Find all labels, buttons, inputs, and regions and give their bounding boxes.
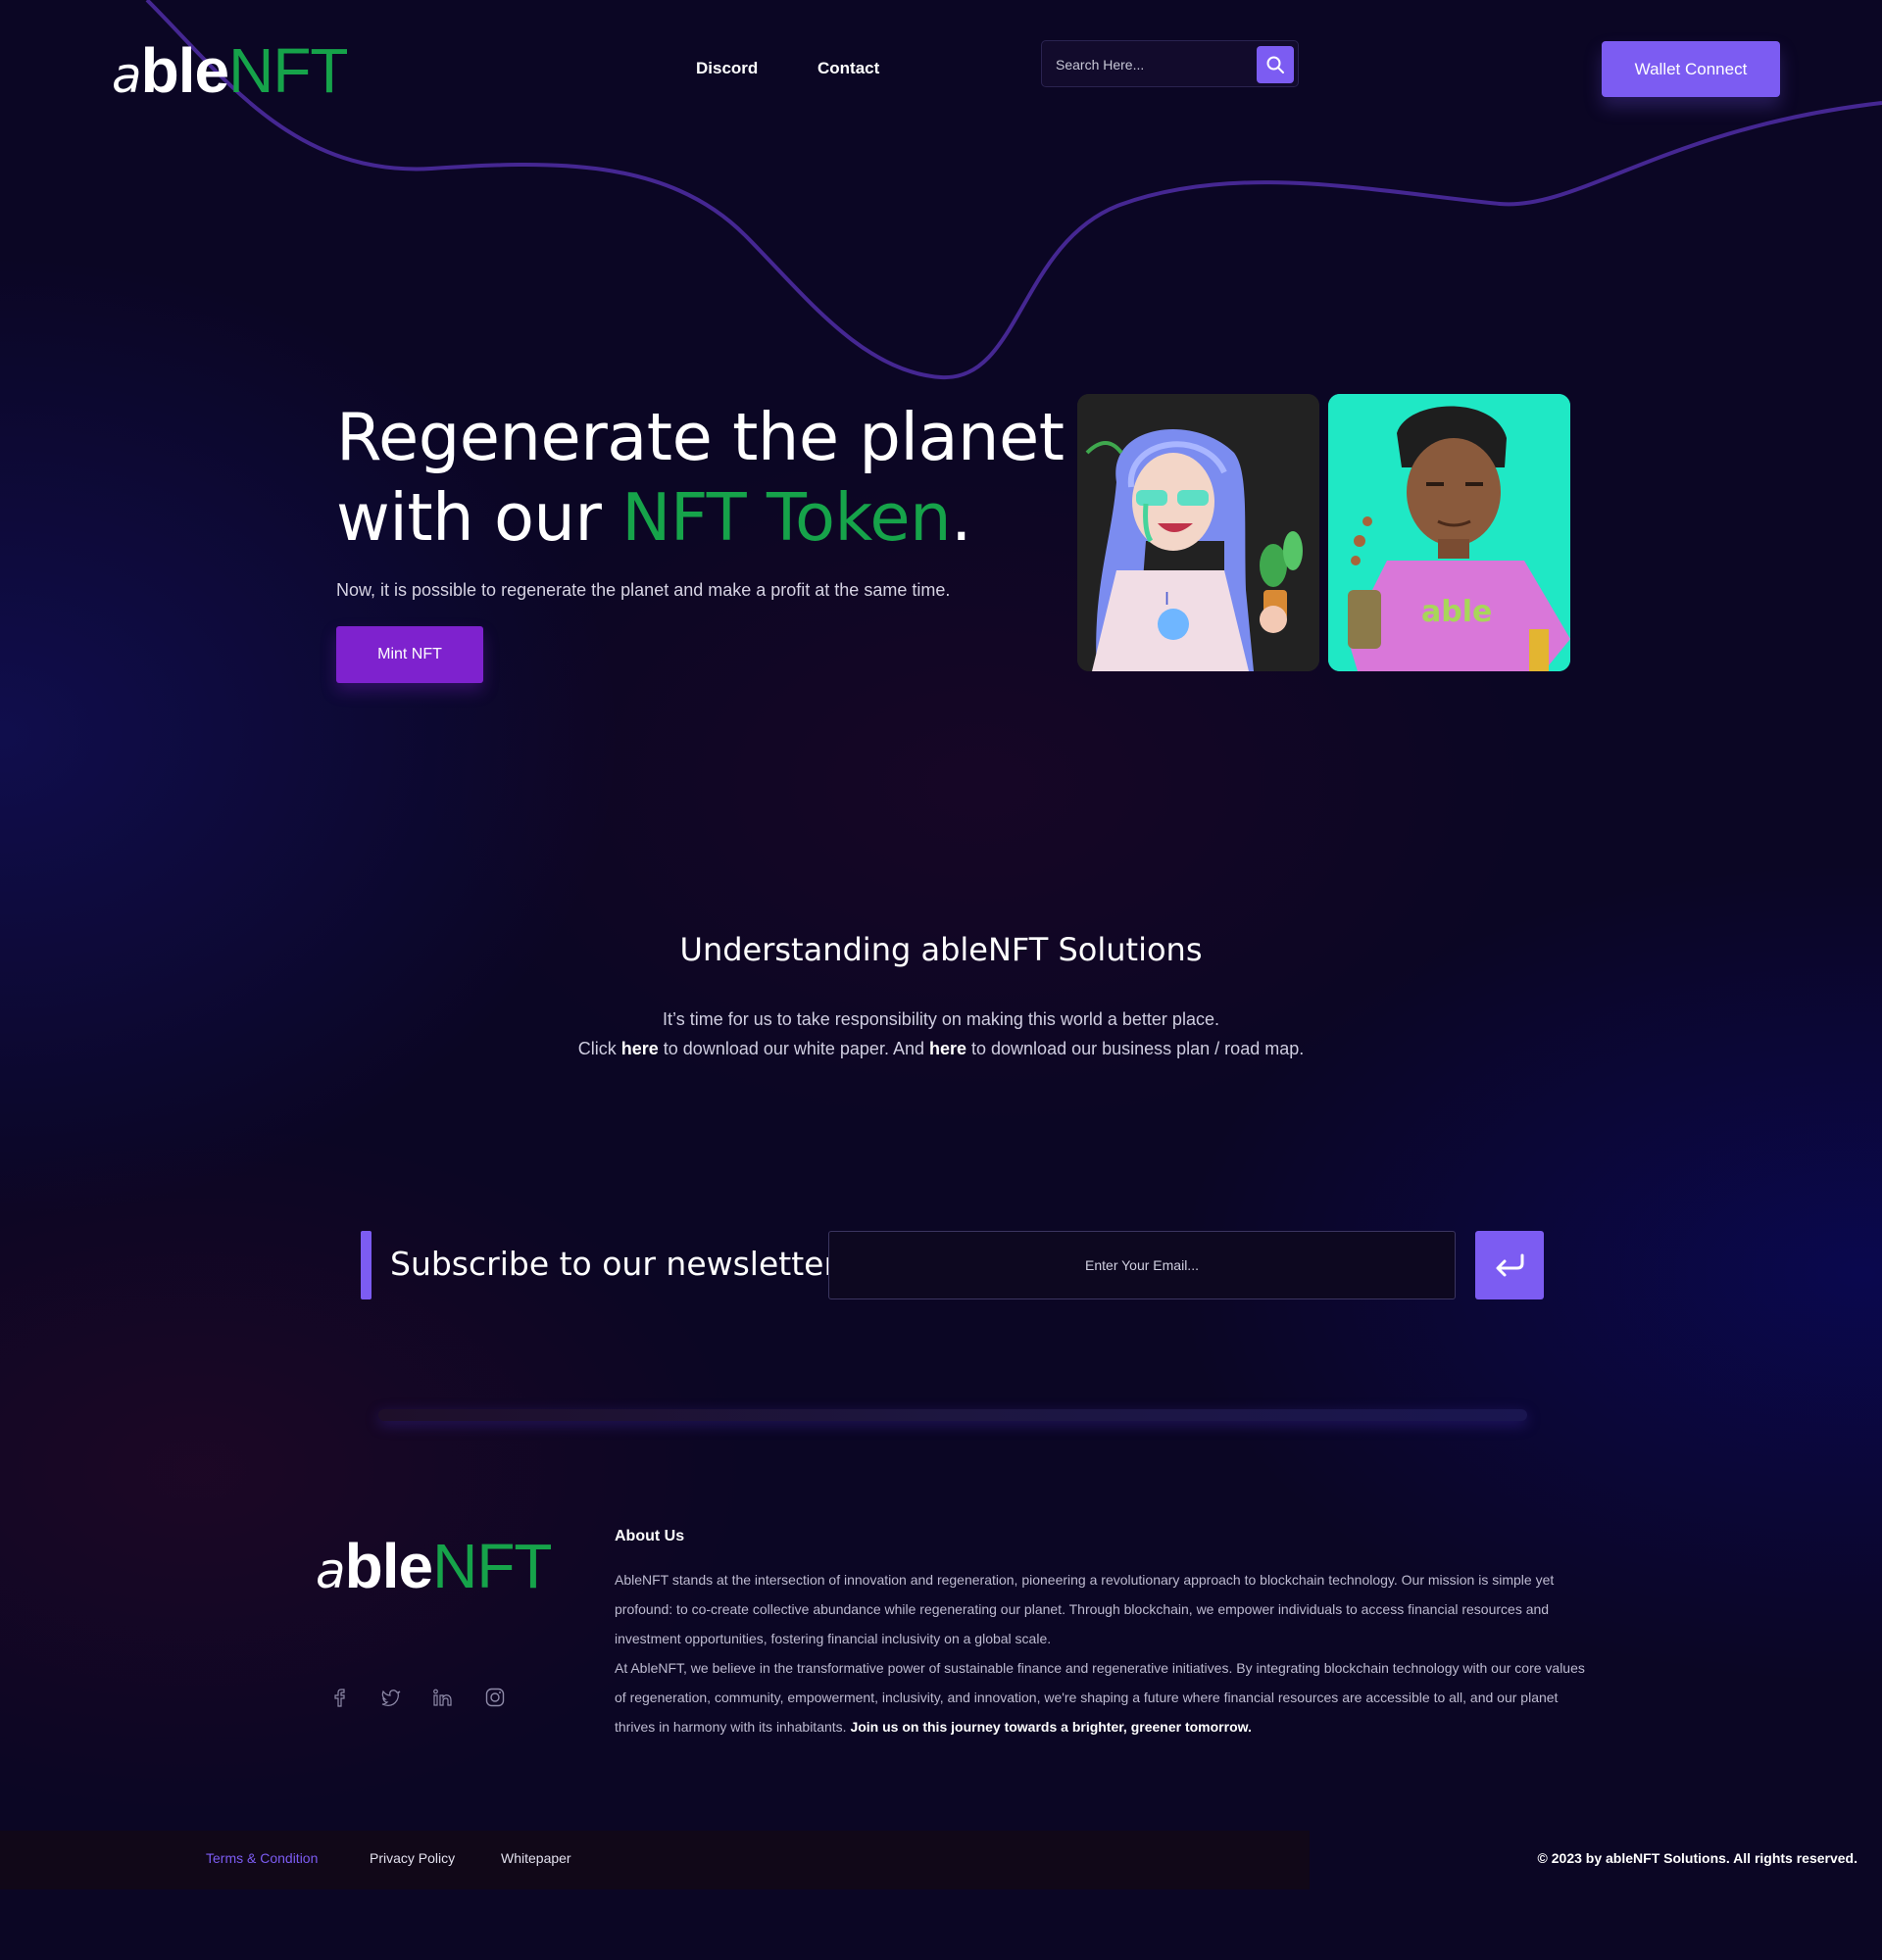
section-title: Understanding ableNFT Solutions [679,931,1203,968]
newsletter-label: Subscribe to our newsletter: [390,1245,848,1283]
twitter-icon[interactable] [381,1688,401,1707]
hero-title-line2: with our NFT Token. [336,477,1065,558]
svg-text:able: able [1421,595,1492,629]
nft-boy-card[interactable]: able [1328,394,1570,671]
privacy-link[interactable]: Privacy Policy [370,1850,455,1866]
search-icon [1266,56,1284,74]
about-text: AbleNFT stands at the intersection of in… [615,1565,1595,1741]
copyright: © 2023 by ableNFT Solutions. All rights … [1537,1850,1857,1866]
search-box [1041,40,1299,87]
whitepaper-link[interactable]: here [621,1039,659,1058]
about-paragraph-1: AbleNFT stands at the intersection of in… [615,1572,1555,1646]
newsletter-submit-button[interactable] [1475,1231,1544,1299]
nft-girl-card[interactable]: I [1077,394,1319,671]
logo-nft: NFT [228,35,348,106]
about-p2-bold: Join us on this journey towards a bright… [850,1719,1252,1735]
footer-logo-ble: ble [344,1531,433,1601]
hero-title-highlight: NFT Token [621,479,952,556]
roadmap-link[interactable]: here [929,1039,966,1058]
footer-logo-nft: NFT [432,1531,552,1601]
logo-ble: ble [140,35,229,106]
section-line-1: It’s time for us to take responsibility … [663,1009,1219,1029]
whitepaper-footer-link[interactable]: Whitepaper [501,1850,571,1866]
linkedin-icon[interactable] [433,1688,453,1707]
nav-discord[interactable]: Discord [696,59,758,78]
brand-logo[interactable]: ableNFT [112,39,349,104]
line2-part3: to download our business plan / road map… [966,1039,1305,1058]
about-paragraph-2: At AbleNFT, we believe in the transforma… [615,1653,1595,1741]
hero-title-line1: Regenerate the planet [336,399,1065,475]
newsletter-accent-bar [361,1231,371,1299]
nft-boy-illustration: able [1328,394,1570,671]
hero-title: Regenerate the planet with our NFT Token… [336,397,1065,558]
footer-logo-a: a [316,1543,346,1599]
section-line-2: Click here to download our white paper. … [0,1039,1882,1059]
facebook-icon[interactable] [329,1688,349,1707]
line2-part2: to download our white paper. And [658,1039,929,1058]
hero-title-suffix: . [951,479,971,556]
footer-bottom-bar [0,1831,1310,1889]
svg-text:I: I [1164,589,1169,609]
line2-part1: Click [577,1039,621,1058]
newsletter-email-input[interactable] [828,1231,1456,1299]
search-input[interactable] [1056,53,1252,76]
search-button[interactable] [1257,46,1294,83]
hero-title-prefix: with our [336,479,622,556]
enter-arrow-icon [1496,1253,1524,1277]
nav-contact[interactable]: Contact [817,59,879,78]
logo-a: a [112,47,142,104]
footer-logo[interactable]: ableNFT [316,1535,553,1599]
section-divider [378,1409,1527,1421]
nft-girl-illustration: I [1077,394,1319,671]
terms-link[interactable]: Terms & Condition [206,1850,318,1866]
instagram-icon[interactable] [485,1688,505,1707]
hero-subtitle: Now, it is possible to regenerate the pl… [336,580,951,600]
about-title: About Us [615,1528,685,1544]
social-links [329,1688,505,1707]
mint-nft-button[interactable]: Mint NFT [336,626,483,683]
wallet-connect-button[interactable]: Wallet Connect [1602,41,1780,97]
